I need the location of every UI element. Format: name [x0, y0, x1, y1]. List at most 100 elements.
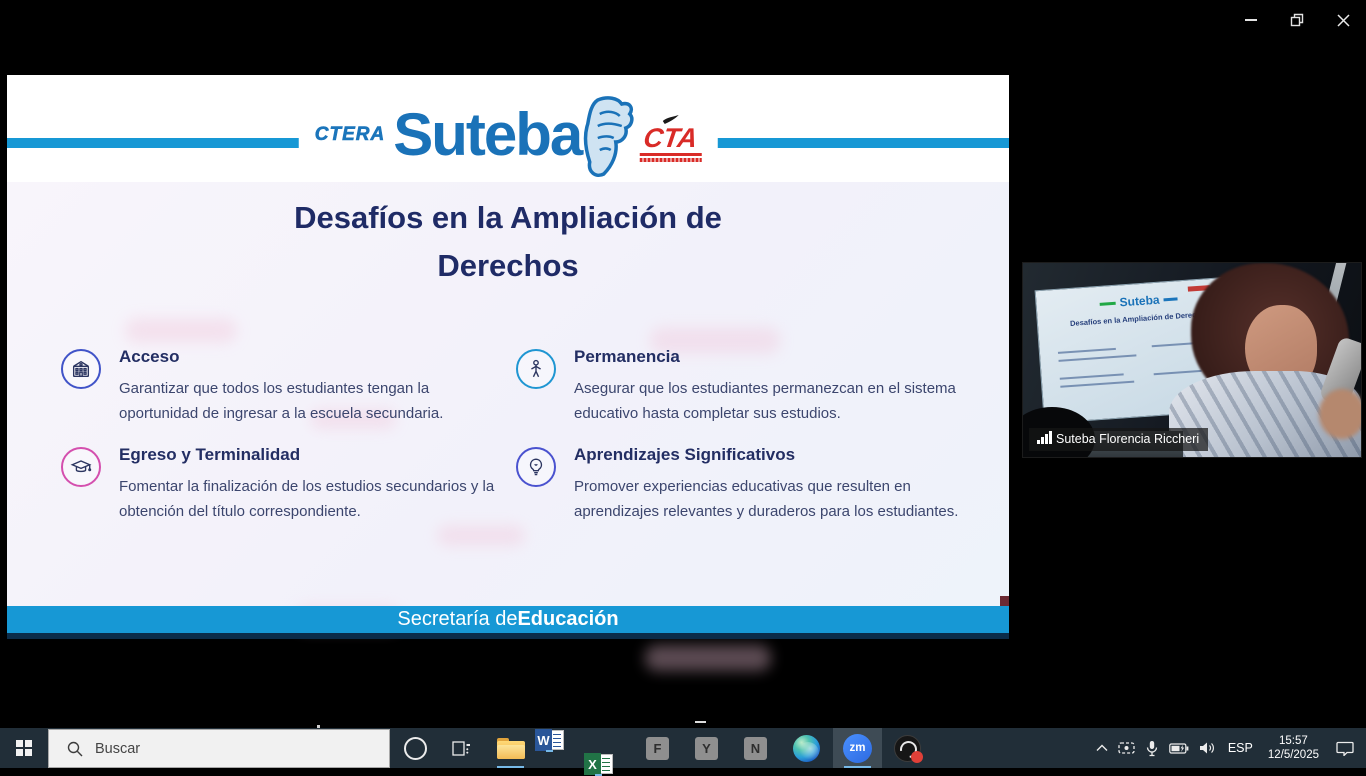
battery-tray-button[interactable] — [1164, 728, 1194, 768]
app-y-button[interactable]: Y — [682, 728, 731, 768]
battery-charging-icon — [1169, 743, 1189, 754]
screen-share-icon — [1118, 741, 1135, 755]
mini-blue-dash — [1163, 297, 1177, 301]
participant-name-label: Suteba Florencia Riccheri — [1029, 428, 1208, 451]
graduation-cap-icon — [61, 447, 101, 487]
obs-button[interactable] — [883, 728, 932, 768]
feature-body: Garantizar que todos los estudiantes ten… — [119, 376, 511, 426]
slide-edge-artifact — [1000, 596, 1009, 606]
feature-permanencia: Permanencia Asegurar que los estudiantes… — [516, 347, 978, 426]
tray-chevron-button[interactable] — [1091, 728, 1113, 768]
blur-artifact — [645, 645, 771, 671]
clock-date: 12/5/2025 — [1268, 748, 1319, 762]
slide-content: Desafíos en la Ampliación de Derechos — [7, 182, 1009, 606]
search-input[interactable]: Buscar — [48, 729, 390, 768]
mini-suteba-logo: Suteba — [1119, 293, 1160, 310]
audio-bars-icon — [1037, 431, 1052, 444]
microphone-icon — [1145, 740, 1159, 757]
feature-heading: Permanencia — [574, 347, 978, 367]
language-indicator[interactable]: ESP — [1221, 728, 1260, 768]
running-indicator — [546, 750, 553, 753]
cta-caption — [639, 158, 701, 162]
app-n-icon: N — [744, 737, 767, 760]
word-button[interactable]: W — [535, 728, 564, 752]
webcam-video-tile[interactable]: Suteba Desafíos en la Ampliación de Dere… — [1022, 262, 1362, 458]
zoom-button[interactable]: zm — [833, 728, 882, 768]
ctera-logo: CTERA — [315, 124, 385, 146]
feature-heading: Acceso — [119, 347, 511, 367]
feature-aprendizajes: Aprendizajes Significativos Promover exp… — [516, 445, 978, 524]
windows-logo-icon — [16, 740, 32, 756]
app-n-button[interactable]: N — [731, 728, 780, 768]
obs-icon — [894, 735, 921, 762]
mini-text-line — [1154, 370, 1202, 375]
action-center-icon — [1336, 741, 1354, 756]
taskbar: Buscar W X F — [0, 728, 1366, 768]
folder-icon — [497, 738, 525, 759]
task-view-icon — [452, 741, 471, 756]
mini-text-line — [1058, 348, 1116, 354]
blur-artifact — [125, 318, 237, 343]
word-icon: W — [535, 728, 564, 752]
feature-acceso: Acceso Garantizar que todos los estudian… — [61, 347, 511, 426]
action-center-button[interactable] — [1327, 728, 1366, 768]
microphone-tray-button[interactable] — [1140, 728, 1164, 768]
logo-row: CTERA Suteba CTA — [299, 91, 718, 179]
slide-header: CTERA Suteba CTA — [7, 75, 1009, 182]
cta-logo: CTA — [639, 115, 701, 162]
slide-title-line2: Derechos — [7, 242, 1009, 290]
excel-icon: X — [584, 752, 613, 776]
suteba-hand-icon — [577, 96, 635, 180]
minimize-icon — [1245, 19, 1257, 21]
mini-text-line — [1060, 373, 1124, 379]
excel-button[interactable]: X — [584, 752, 613, 776]
cortana-button[interactable] — [392, 728, 438, 768]
suteba-logo: Suteba — [393, 105, 581, 165]
presentation-slide: CTERA Suteba CTA Desafíos en la Ampliac — [7, 75, 1009, 640]
close-button[interactable] — [1320, 0, 1366, 40]
window-controls — [1228, 0, 1366, 40]
volume-tray-button[interactable] — [1194, 728, 1221, 768]
clock[interactable]: 15:57 12/5/2025 — [1260, 734, 1327, 762]
app-f-icon: F — [646, 737, 669, 760]
edge-icon — [793, 735, 820, 762]
chevron-up-icon — [1096, 744, 1108, 752]
footer-text-regular: Secretaría de — [397, 608, 517, 631]
search-icon — [67, 741, 83, 757]
feature-body: Fomentar la finalización de los estudios… — [119, 474, 511, 524]
speaker-icon — [1199, 741, 1216, 755]
app-y-icon: Y — [695, 737, 718, 760]
school-icon — [61, 349, 101, 389]
feature-egreso: Egreso y Terminalidad Fomentar la finali… — [61, 445, 511, 524]
screen-artifact — [695, 721, 706, 723]
footer-bottom-strip — [7, 633, 1009, 639]
screen-share-tray-button[interactable] — [1113, 728, 1140, 768]
slide-title-line1: Desafíos en la Ampliación de — [7, 194, 1009, 242]
start-button[interactable] — [0, 728, 48, 768]
mini-text-line — [1058, 354, 1136, 361]
feature-body: Promover experiencias educativas que res… — [574, 474, 978, 524]
restore-icon — [1290, 13, 1304, 27]
person-icon — [516, 349, 556, 389]
system-tray: ESP 15:57 12/5/2025 — [1091, 728, 1366, 768]
mini-green-dash — [1100, 301, 1116, 305]
task-view-button[interactable] — [438, 728, 484, 768]
app-f-button[interactable]: F — [633, 728, 682, 768]
feature-body: Asegurar que los estudiantes permanezcan… — [574, 376, 978, 426]
feature-heading: Egreso y Terminalidad — [119, 445, 511, 465]
close-icon — [1337, 14, 1350, 27]
slide-footer: Secretaría de Educación — [7, 606, 1009, 633]
feature-heading: Aprendizajes Significativos — [574, 445, 978, 465]
footer-text-bold: Educación — [517, 608, 618, 631]
file-explorer-button[interactable] — [486, 728, 535, 768]
lightbulb-icon — [516, 447, 556, 487]
speaker-hand — [1319, 389, 1362, 439]
slide-title: Desafíos en la Ampliación de Derechos — [7, 194, 1009, 290]
clock-time: 15:57 — [1268, 734, 1319, 748]
notification-badge — [911, 751, 923, 763]
cortana-icon — [404, 737, 427, 760]
minimize-button[interactable] — [1228, 0, 1274, 40]
restore-button[interactable] — [1274, 0, 1320, 40]
blur-artifact — [437, 525, 525, 546]
edge-button[interactable] — [782, 728, 831, 768]
